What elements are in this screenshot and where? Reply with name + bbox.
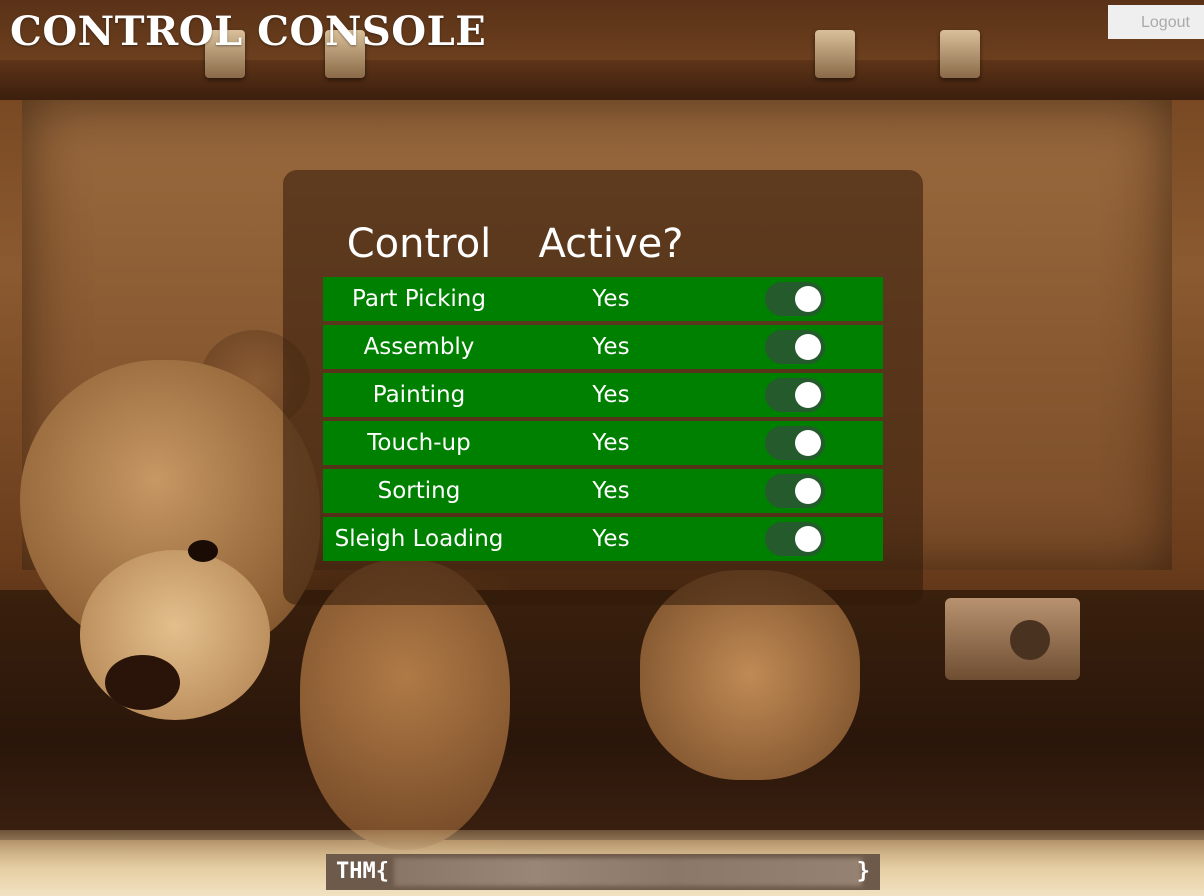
flag-redacted-value — [394, 858, 862, 886]
active-status: Yes — [592, 382, 630, 408]
active-status: Yes — [592, 286, 630, 312]
toggle-knob — [795, 286, 821, 312]
teddy-bear-eye — [188, 540, 218, 562]
control-name: Part Picking — [351, 286, 486, 312]
toggle-knob — [795, 526, 821, 552]
toggle-switch[interactable] — [765, 426, 825, 460]
active-status: Yes — [592, 334, 630, 360]
flag-suffix: } — [856, 859, 870, 884]
toggle-knob — [795, 430, 821, 456]
flag-bar: THM{ } — [326, 854, 880, 890]
control-name: Touch-up — [367, 430, 471, 456]
control-row: Part Picking Yes — [323, 277, 883, 321]
control-name: Sorting — [377, 478, 461, 504]
control-name: Assembly — [363, 334, 475, 360]
suitcase-keyhole — [1010, 620, 1050, 660]
teddy-bear-nose — [105, 655, 180, 710]
flag-prefix: THM{ — [336, 859, 389, 884]
suitcase-latch — [940, 30, 980, 78]
toggle-switch[interactable] — [765, 522, 825, 556]
column-header-active: Active? — [538, 221, 684, 267]
suitcase-latch — [815, 30, 855, 78]
active-status: Yes — [592, 526, 630, 552]
control-name: Painting — [372, 382, 466, 408]
control-row: Sorting Yes — [323, 469, 883, 513]
toggle-switch[interactable] — [765, 282, 825, 316]
suitcase-lid — [0, 60, 1204, 100]
column-header-control: Control — [346, 221, 492, 267]
active-status: Yes — [592, 430, 630, 456]
toggle-knob — [795, 334, 821, 360]
page-title: CONTROL CONSOLE — [10, 8, 487, 55]
control-row: Touch-up Yes — [323, 421, 883, 465]
logout-button[interactable]: Logout — [1108, 5, 1204, 39]
control-row: Assembly Yes — [323, 325, 883, 369]
toggle-switch[interactable] — [765, 378, 825, 412]
toggle-switch[interactable] — [765, 474, 825, 508]
control-name: Sleigh Loading — [334, 526, 504, 552]
toggle-switch[interactable] — [765, 330, 825, 364]
control-row: Sleigh Loading Yes — [323, 517, 883, 561]
active-status: Yes — [592, 478, 630, 504]
toggle-knob — [795, 478, 821, 504]
control-row: Painting Yes — [323, 373, 883, 417]
toggle-knob — [795, 382, 821, 408]
